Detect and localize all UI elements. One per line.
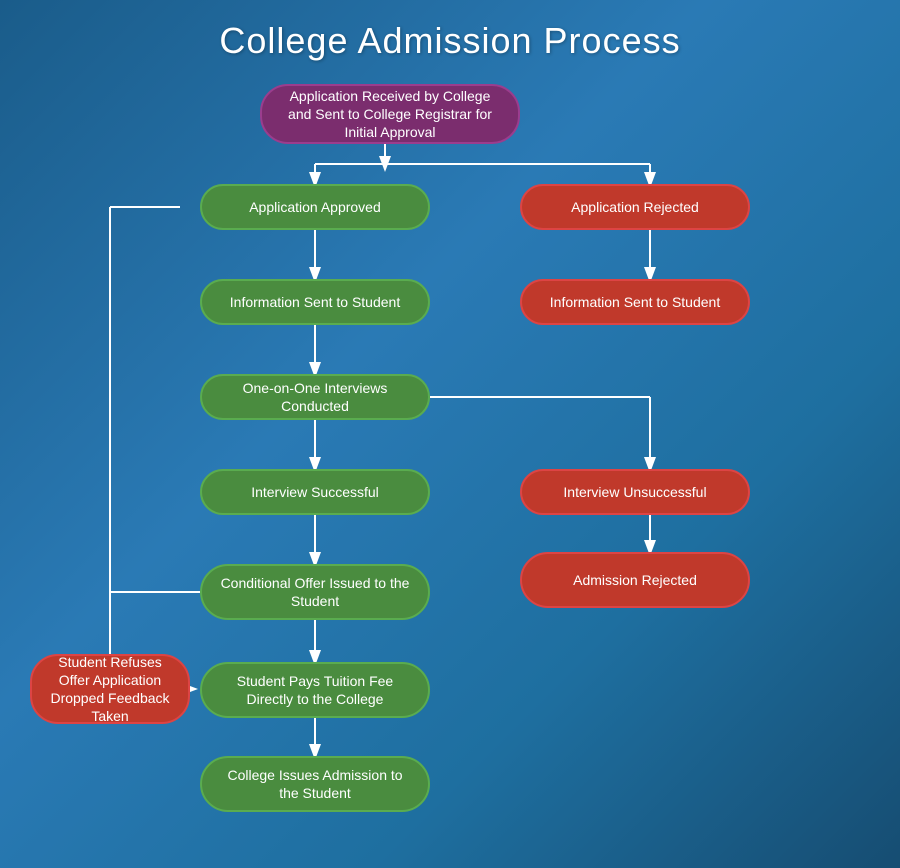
interview-success-box: Interview Successful	[200, 469, 430, 515]
application-approved-box: Application Approved	[200, 184, 430, 230]
start-box: Application Received by College and Sent…	[260, 84, 520, 144]
interview-fail-box: Interview Unsuccessful	[520, 469, 750, 515]
student-refuses-box: Student Refuses Offer Application Droppe…	[30, 654, 190, 724]
info-sent-green-box: Information Sent to Student	[200, 279, 430, 325]
interview-conduct-box: One-on-One Interviews Conducted	[200, 374, 430, 420]
conditional-offer-box: Conditional Offer Issued to the Student	[200, 564, 430, 620]
student-pays-box: Student Pays Tuition Fee Directly to the…	[200, 662, 430, 718]
admission-rejected-box: Admission Rejected	[520, 552, 750, 608]
college-issues-box: College Issues Admission to the Student	[200, 756, 430, 812]
diagram-area: Application Received by College and Sent…	[30, 84, 870, 824]
page: College Admission Process	[0, 0, 900, 868]
page-title: College Admission Process	[30, 20, 870, 62]
info-sent-red-box: Information Sent to Student	[520, 279, 750, 325]
application-rejected-box: Application Rejected	[520, 184, 750, 230]
